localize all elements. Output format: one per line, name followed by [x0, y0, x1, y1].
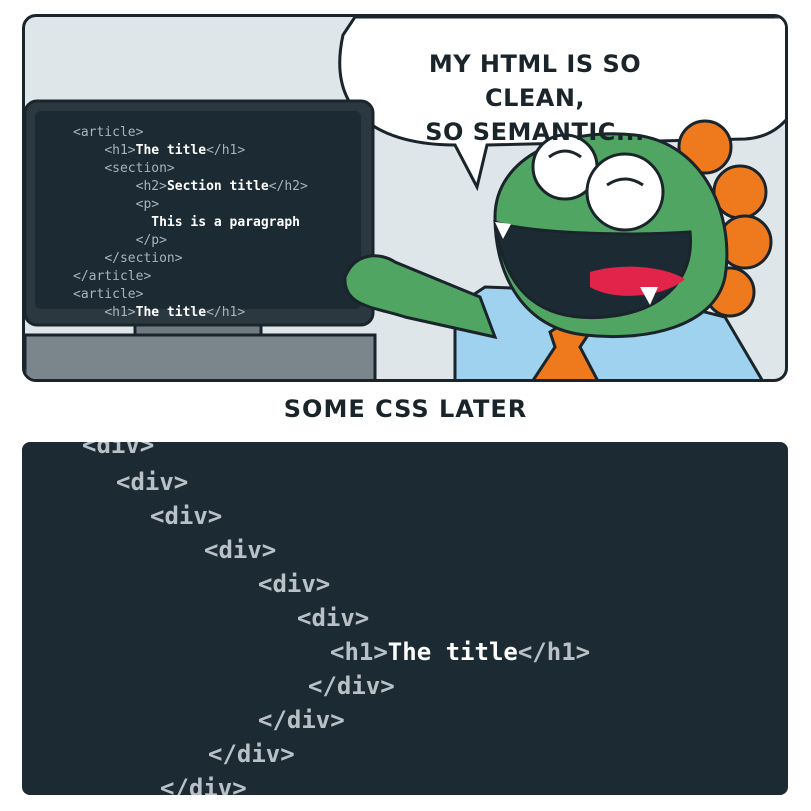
code-text: The title [135, 305, 207, 320]
code-text: Section title [166, 179, 269, 194]
bottom-code-panel: <div> <div> <div> <div> <div> <div> </div> </di… [22, 442, 788, 795]
speech-line-2: SO SEMANTIC... [425, 118, 645, 146]
speech-line-1: MY HTML IS SO CLEAN, [428, 50, 642, 112]
code-line: <h1>The title</h1> [73, 304, 308, 322]
code-text: The title [135, 143, 207, 158]
code-line: This is a paragraph [73, 214, 308, 232]
code-line: </article> [73, 268, 308, 286]
code-tag: </h1> [206, 143, 246, 158]
code-tag: <section> [104, 161, 175, 176]
caption: SOME CSS LATER [283, 395, 528, 423]
monitor-code: <article> <h1>The title</h1> <section> <… [73, 124, 308, 322]
nested-div-code: <div> <div> <div> <div> <div> <div> </div> </di… [22, 442, 788, 795]
code-tag: <h1> [104, 143, 136, 158]
opening-div-tag: <div> [116, 468, 189, 496]
opening-div-tag: <div> [150, 502, 223, 530]
code-line: </section> [73, 250, 308, 268]
h1-close-tag: </h1> [517, 638, 591, 666]
code-line: <article> [73, 286, 308, 304]
code-line: <article> [73, 124, 308, 142]
code-tag: <article> [73, 125, 144, 140]
opening-div-tag: <div> [258, 570, 331, 598]
code-line: <section> [73, 160, 308, 178]
code-tag: </h1> [206, 305, 246, 320]
code-line: <p> [73, 196, 308, 214]
code-tag: </h2> [268, 179, 308, 194]
code-line: <h2>Section title</h2> [73, 178, 308, 196]
code-tag: <h2> [135, 179, 167, 194]
opening-div-tag: <div> [297, 604, 370, 632]
top-comic-panel: <article> <h1>The title</h1> <section> <… [22, 14, 788, 382]
closing-div-tag: </div> [208, 740, 295, 768]
code-tag: <h1> [104, 305, 136, 320]
h1-title-text: The title [387, 638, 518, 666]
code-tag: </article> [73, 269, 152, 284]
code-line: </p> [73, 232, 308, 250]
h1-line: <h1>The title</h1> [330, 637, 590, 667]
code-text: This is a paragraph [151, 215, 300, 230]
closing-div-tag: </div> [308, 672, 395, 700]
closing-div-tag: </div> [258, 706, 345, 734]
opening-div-tag: <div> [204, 536, 277, 564]
closing-div-tag: </div> [160, 774, 247, 795]
code-tag: <p> [135, 197, 160, 212]
code-line: <h1>The title</h1> [73, 142, 308, 160]
h1-open-tag: <h1> [330, 638, 388, 666]
opening-div-tag: <div> [82, 442, 155, 459]
code-tag: </p> [135, 233, 167, 248]
code-tag: </section> [104, 251, 183, 266]
speech-bubble-text: MY HTML IS SO CLEAN, SO SEMANTIC... [375, 47, 695, 149]
code-tag: <article> [73, 287, 144, 302]
green-monster [343, 119, 773, 379]
